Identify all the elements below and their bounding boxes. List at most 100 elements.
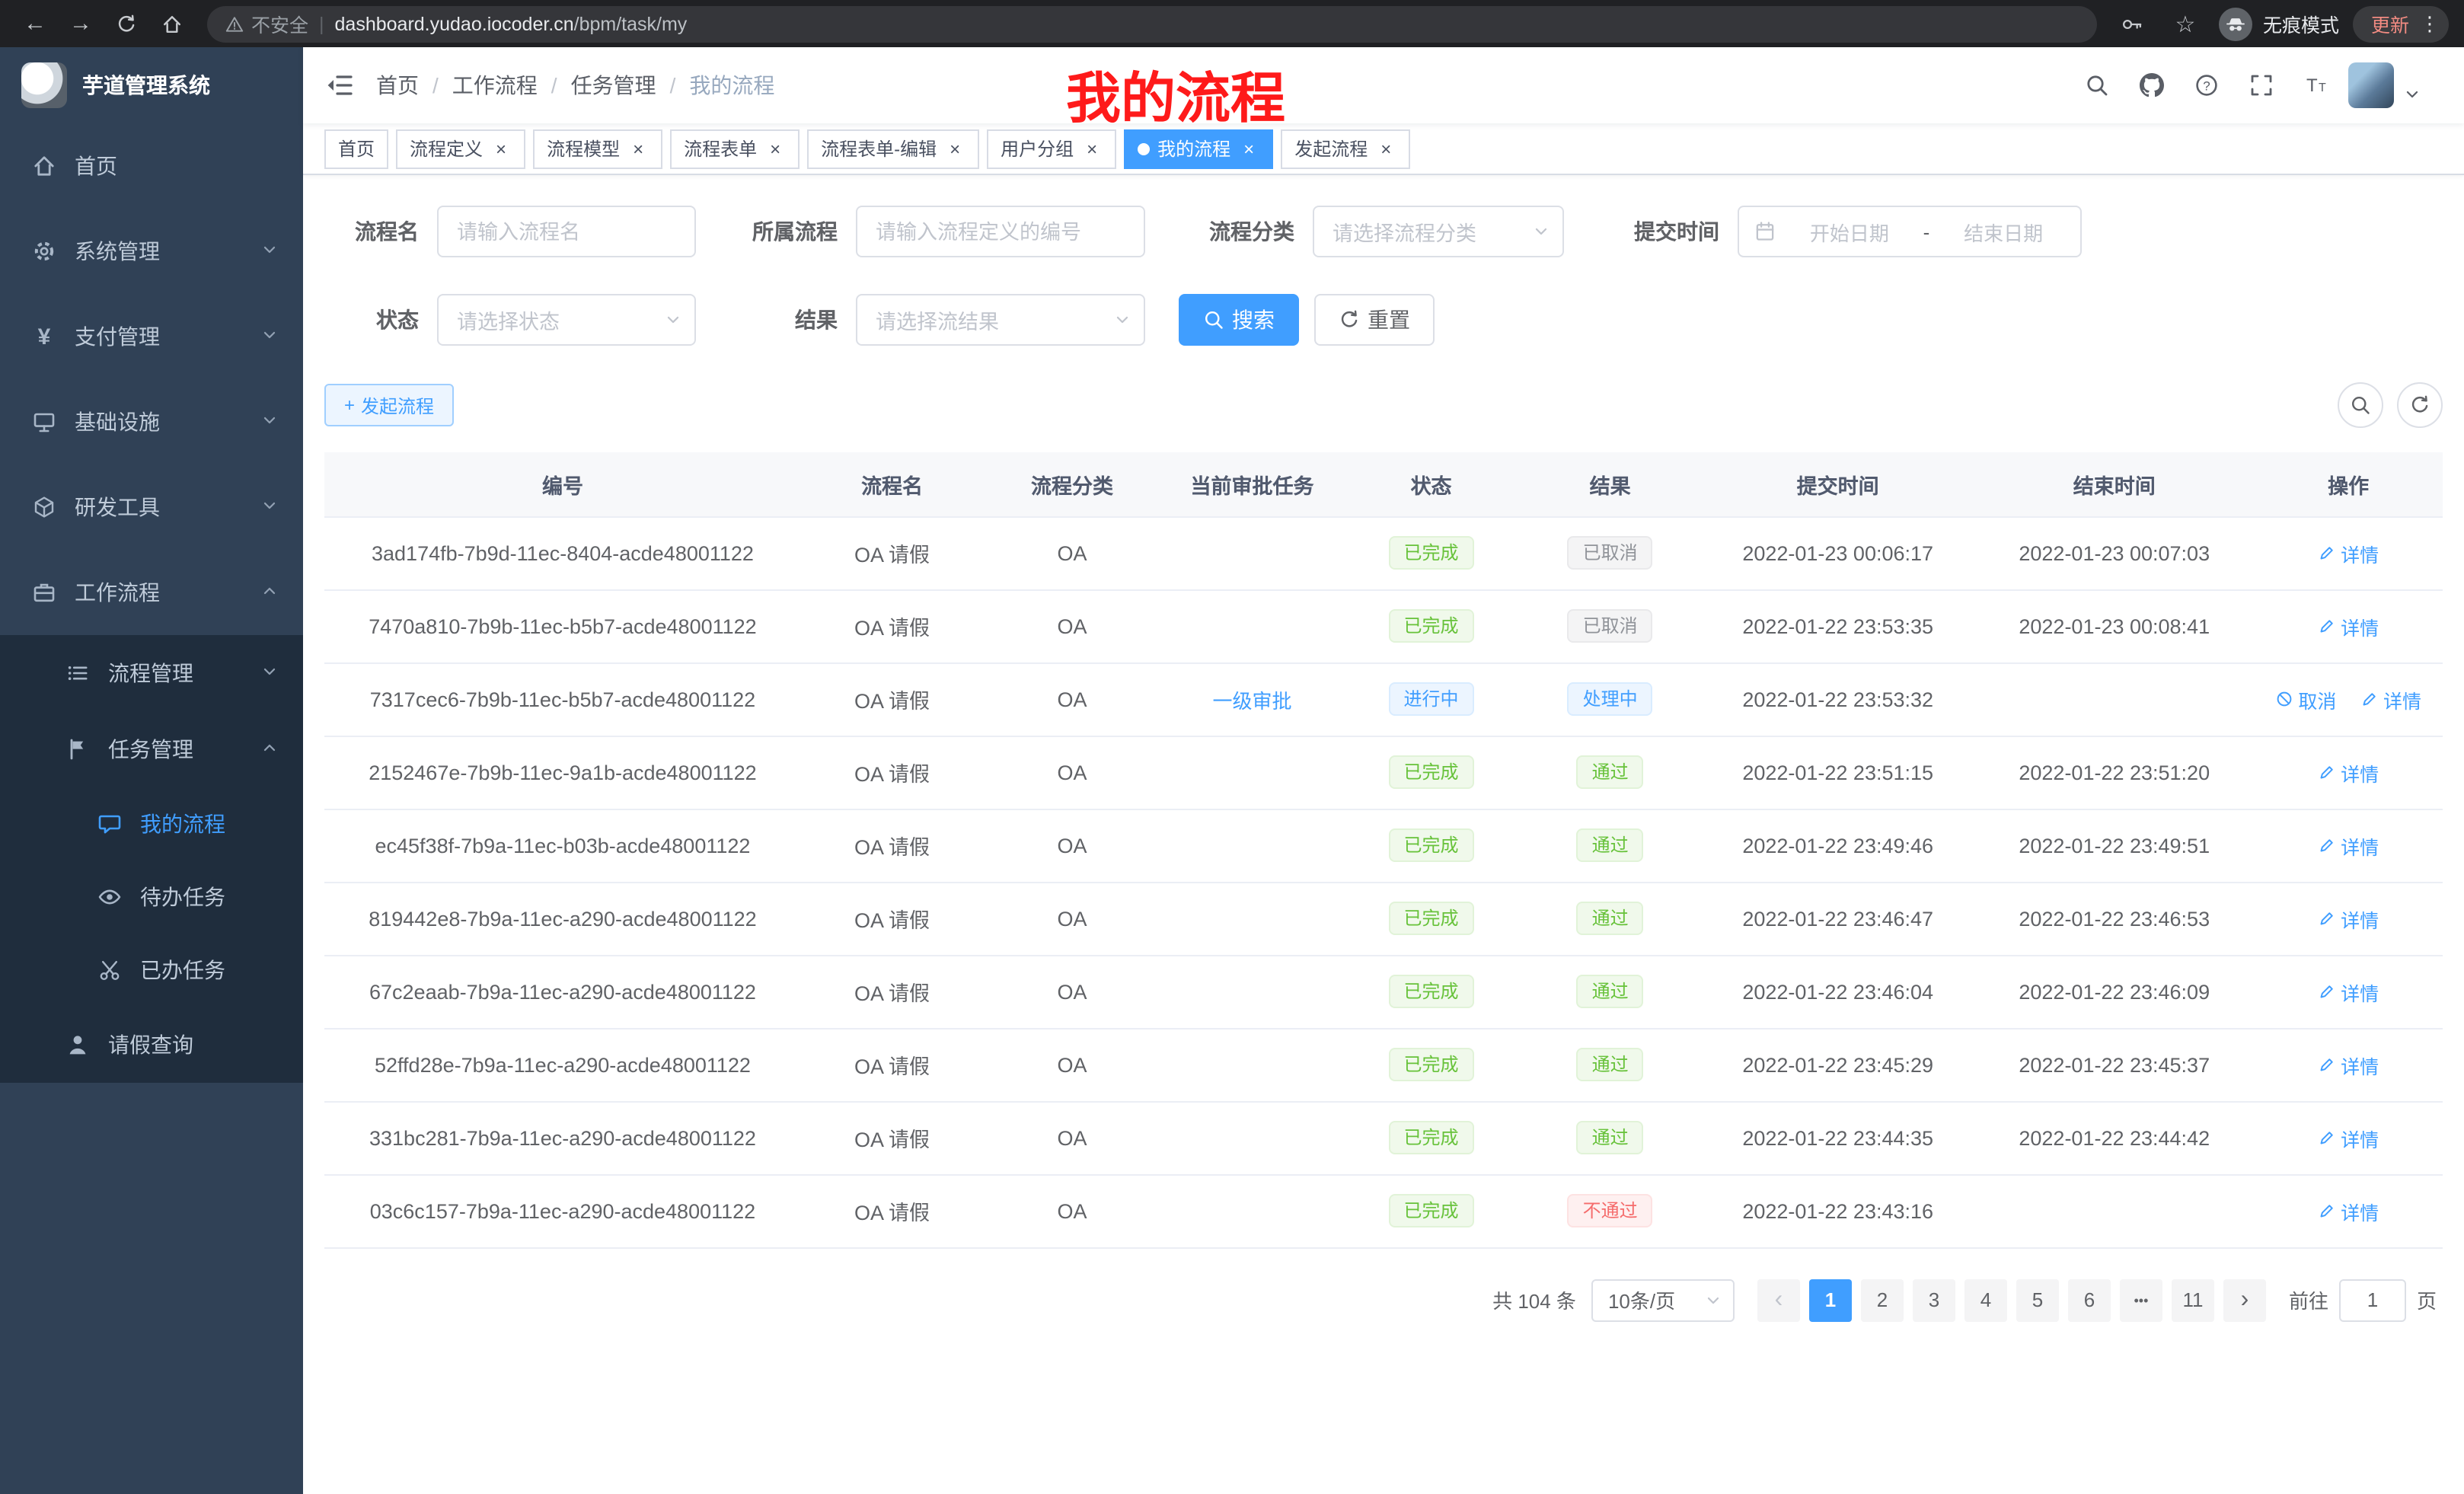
sidebar-item-done-tasks[interactable]: 已办任务: [0, 934, 303, 1007]
browser-home-button[interactable]: [152, 4, 192, 43]
row-detail-link[interactable]: 详情: [2318, 1123, 2379, 1152]
table-row[interactable]: ec45f38f-7b9a-11ec-b03b-acde48001122 OA …: [324, 809, 2443, 882]
table-row[interactable]: 331bc281-7b9a-11ec-a290-acde48001122 OA …: [324, 1101, 2443, 1174]
breadcrumb-item[interactable]: 任务管理: [571, 70, 656, 101]
page-button-4[interactable]: 4: [1964, 1279, 2007, 1321]
row-end-time: 2022-01-23 00:08:41: [2019, 615, 2210, 637]
row-detail-link[interactable]: 详情: [2318, 904, 2379, 933]
sidebar-item-infrastructure[interactable]: 基础设施: [0, 379, 303, 464]
table-row[interactable]: 7317cec6-7b9b-11ec-b5b7-acde48001122 OA …: [324, 662, 2443, 736]
page-button-6[interactable]: 6: [2068, 1279, 2111, 1321]
tab-process-form-edit[interactable]: 流程表单-编辑×: [807, 129, 979, 168]
header-search-button[interactable]: [2074, 62, 2120, 108]
search-button[interactable]: 搜索: [1179, 294, 1299, 346]
process-name-input[interactable]: [437, 206, 696, 257]
tab-process-form[interactable]: 流程表单×: [670, 129, 800, 168]
forward-button[interactable]: →: [61, 4, 101, 43]
row-detail-link[interactable]: 详情: [2318, 977, 2379, 1006]
sidebar-item-system[interactable]: 系统管理: [0, 209, 303, 294]
edit-icon: [2318, 909, 2336, 927]
help-button[interactable]: [2184, 62, 2229, 108]
table-row[interactable]: 2152467e-7b9b-11ec-9a1b-acde48001122 OA …: [324, 736, 2443, 809]
toggle-search-button[interactable]: [2338, 382, 2383, 428]
password-key-button[interactable]: [2112, 4, 2152, 43]
breadcrumb-item[interactable]: 首页: [376, 70, 419, 101]
github-link[interactable]: [2129, 62, 2175, 108]
table-row[interactable]: 03c6c157-7b9a-11ec-a290-acde48001122 OA …: [324, 1174, 2443, 1247]
row-detail-link[interactable]: 详情: [2318, 1196, 2379, 1225]
update-chip[interactable]: 更新 ⋮: [2353, 5, 2449, 42]
reload-button[interactable]: [107, 4, 146, 43]
table-row[interactable]: 7470a810-7b9b-11ec-b5b7-acde48001122 OA …: [324, 589, 2443, 662]
tab-process-model[interactable]: 流程模型×: [533, 129, 662, 168]
prev-page-button[interactable]: ‹: [1757, 1279, 1800, 1321]
sidebar-toggle-button[interactable]: [324, 70, 355, 101]
table-row[interactable]: 3ad174fb-7b9d-11ec-8404-acde48001122 OA …: [324, 516, 2443, 589]
next-page-button[interactable]: ›: [2223, 1279, 2266, 1321]
avatar-caret-icon[interactable]: [2403, 67, 2421, 104]
breadcrumb-item[interactable]: 工作流程: [452, 70, 538, 101]
process-def-input[interactable]: [856, 206, 1145, 257]
row-detail-link[interactable]: 详情: [2318, 538, 2379, 567]
font-size-button[interactable]: [2293, 62, 2339, 108]
address-bar[interactable]: 不安全 | dashboard.yudao.iocoder.cn/bpm/tas…: [207, 5, 2097, 42]
avatar[interactable]: [2348, 62, 2394, 108]
page-button-3[interactable]: 3: [1913, 1279, 1955, 1321]
close-icon[interactable]: ×: [1081, 138, 1103, 159]
row-detail-link[interactable]: 详情: [2318, 1050, 2379, 1079]
page-button-1[interactable]: 1: [1809, 1279, 1852, 1321]
cell-name: OA 请假: [801, 1028, 983, 1101]
sidebar-item-devtools[interactable]: 研发工具: [0, 464, 303, 550]
refresh-table-button[interactable]: [2397, 382, 2443, 428]
tab-process-definition[interactable]: 流程定义×: [396, 129, 525, 168]
goto-page-input[interactable]: [2339, 1279, 2406, 1321]
tab-user-group[interactable]: 用户分组×: [987, 129, 1116, 168]
fullscreen-button[interactable]: [2239, 62, 2284, 108]
create-process-button[interactable]: + 发起流程: [324, 384, 454, 426]
row-current-task-link[interactable]: 一级审批: [1212, 685, 1291, 713]
sidebar-item-payment[interactable]: ¥ 支付管理: [0, 294, 303, 379]
close-icon[interactable]: ×: [764, 138, 786, 159]
table-row[interactable]: 67c2eaab-7b9a-11ec-a290-acde48001122 OA …: [324, 955, 2443, 1028]
row-detail-link[interactable]: 详情: [2318, 758, 2379, 787]
sidebar-item-leave-query[interactable]: 请假查询: [0, 1007, 303, 1083]
category-select[interactable]: 请选择流程分类: [1313, 206, 1564, 257]
page-button-5[interactable]: 5: [2016, 1279, 2059, 1321]
table-row[interactable]: 52ffd28e-7b9a-11ec-a290-acde48001122 OA …: [324, 1028, 2443, 1101]
page-button-2[interactable]: 2: [1861, 1279, 1904, 1321]
status-select[interactable]: 请选择状态: [437, 294, 696, 346]
reset-button[interactable]: 重置: [1314, 294, 1435, 346]
close-icon[interactable]: ×: [490, 138, 512, 159]
more-pages-button[interactable]: •••: [2120, 1279, 2162, 1321]
row-cancel-link[interactable]: 取消: [2275, 685, 2336, 713]
cell-category: OA: [983, 736, 1161, 809]
close-icon[interactable]: ×: [1238, 138, 1259, 159]
sidebar-item-home[interactable]: 首页: [0, 123, 303, 209]
logo[interactable]: 芋道管理系统: [0, 47, 303, 123]
submit-time-range[interactable]: 开始日期 - 结束日期: [1738, 206, 2082, 257]
tab-home[interactable]: 首页: [324, 129, 388, 168]
browser-menu-icon[interactable]: ⋮: [2420, 11, 2440, 36]
close-icon[interactable]: ×: [1375, 138, 1396, 159]
back-button[interactable]: ←: [15, 4, 55, 43]
sidebar-item-task-mgmt[interactable]: 任务管理: [0, 711, 303, 787]
page-button-11[interactable]: 11: [2172, 1279, 2214, 1321]
close-icon[interactable]: ×: [944, 138, 965, 159]
sidebar-item-todo-tasks[interactable]: 待办任务: [0, 860, 303, 934]
row-detail-link[interactable]: 详情: [2318, 611, 2379, 640]
bookmark-button[interactable]: ☆: [2166, 4, 2205, 43]
result-select[interactable]: 请选择流结果: [856, 294, 1145, 346]
sidebar-item-my-process[interactable]: 我的流程: [0, 787, 303, 860]
tab-start-process[interactable]: 发起流程×: [1281, 129, 1410, 168]
select-placeholder: 请选择流结果: [876, 305, 999, 335]
tab-my-process[interactable]: 我的流程×: [1124, 129, 1273, 168]
row-detail-link[interactable]: 详情: [2360, 685, 2421, 713]
security-badge[interactable]: 不安全: [225, 9, 308, 38]
sidebar-item-process-mgmt[interactable]: 流程管理: [0, 635, 303, 711]
row-detail-link[interactable]: 详情: [2318, 831, 2379, 860]
cell-category: OA: [983, 589, 1161, 662]
sidebar-item-workflow[interactable]: 工作流程: [0, 550, 303, 635]
page-size-select[interactable]: 10条/页: [1591, 1279, 1735, 1321]
close-icon[interactable]: ×: [627, 138, 649, 159]
table-row[interactable]: 819442e8-7b9a-11ec-a290-acde48001122 OA …: [324, 882, 2443, 955]
